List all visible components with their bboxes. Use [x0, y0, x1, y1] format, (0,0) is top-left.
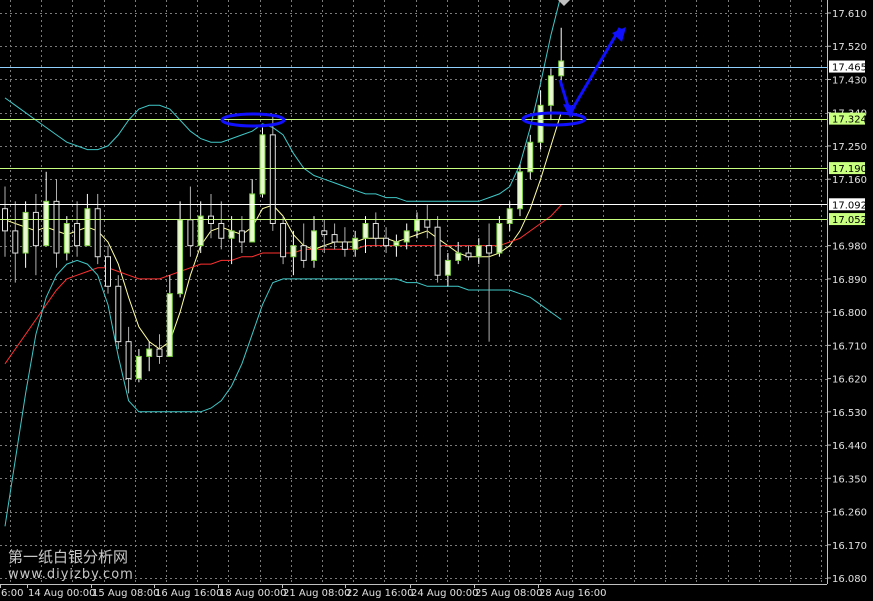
candle-body-up	[558, 60, 565, 77]
candle-body-up	[84, 208, 91, 247]
y-tick-label: 16.170	[832, 541, 867, 552]
candle	[259, 127, 266, 198]
candle-body-up	[444, 259, 451, 276]
candle-body-up	[414, 219, 420, 232]
candle-body-down	[280, 222, 287, 258]
candle-body-down	[300, 245, 307, 261]
x-tick-label: 18 Aug 00:00	[219, 588, 286, 599]
candle-body-up	[146, 348, 153, 357]
y-tick-label: 17.250	[832, 142, 867, 153]
candle-body-up	[403, 230, 410, 243]
candle-body-up	[22, 211, 29, 254]
candle-body-up	[547, 75, 554, 106]
candle-body-down	[94, 208, 101, 258]
candle-body-up	[228, 230, 235, 239]
candle	[115, 275, 122, 350]
price-label-text: 17.190	[832, 164, 867, 175]
candle-body-up	[362, 222, 369, 239]
y-tick-label: 16.710	[832, 341, 867, 352]
price-label-text: 17.324	[832, 115, 867, 126]
candle-body-down	[465, 252, 472, 258]
y-tick-label: 16.620	[832, 375, 867, 386]
y-tick-label: 17.520	[832, 42, 867, 53]
candle-body-down	[74, 222, 81, 247]
candle-body-up	[177, 219, 184, 295]
watermark-url: www.diyizby.com	[8, 567, 134, 582]
candle-body-up	[259, 134, 266, 195]
candle	[517, 164, 523, 217]
candle-body-up	[311, 230, 317, 261]
price-label-text: 17.092	[832, 200, 867, 211]
price-chart[interactable]: 17.61017.52017.43017.34017.25017.16016.9…	[0, 0, 873, 601]
x-tick-label: 6:00	[1, 588, 23, 599]
y-tick-label: 16.350	[832, 474, 867, 485]
candle-body-up	[496, 222, 503, 254]
x-tick-label: 15 Aug 08:00	[92, 588, 159, 599]
x-tick-label: 14 Aug 00:00	[28, 588, 95, 599]
candle-body-down	[125, 341, 132, 380]
candle-body-up	[527, 141, 534, 173]
candle-body-down	[53, 200, 60, 254]
x-tick-label: 16 Aug 16:00	[155, 588, 222, 599]
y-tick-label: 17.610	[832, 9, 867, 20]
candle-body-down	[218, 222, 225, 239]
candle-body-down	[321, 230, 328, 236]
candle-body-up	[352, 237, 359, 250]
candle-body-down	[424, 219, 431, 228]
candle-body-up	[455, 252, 462, 261]
candle-body-up	[135, 355, 142, 380]
candle-body-up	[393, 241, 400, 247]
x-tick-label: 24 Aug 00:00	[411, 588, 478, 599]
x-tick-label: 28 Aug 16:00	[539, 588, 606, 599]
x-tick-label: 21 Aug 08:00	[283, 588, 350, 599]
candle-body-down	[238, 230, 245, 243]
candle-body-up	[166, 293, 173, 357]
watermark: 第一纸白银分析网 www.diyizby.com	[8, 548, 134, 584]
y-tick-label: 17.160	[832, 175, 867, 186]
x-tick-label: 22 Aug 16:00	[346, 588, 413, 599]
candle-body-up	[63, 222, 70, 254]
chart-background	[0, 0, 873, 601]
y-tick-label: 16.890	[832, 275, 867, 286]
y-tick-label: 17.430	[832, 75, 867, 86]
candle-body-down	[331, 234, 338, 243]
y-tick-label: 16.260	[832, 508, 867, 519]
price-label-text: 17.465	[832, 63, 867, 74]
candle-body-up	[290, 245, 297, 258]
candle-body-down	[115, 285, 122, 343]
candle-body-down	[372, 222, 379, 239]
candle-body-down	[187, 219, 194, 247]
candle-body-down	[12, 230, 19, 254]
candle-body-down	[486, 245, 493, 254]
candle	[280, 216, 287, 265]
y-tick-label: 16.530	[832, 408, 867, 419]
candle-body-down	[156, 348, 163, 357]
price-label-text: 17.052	[832, 215, 867, 226]
watermark-title: 第一纸白银分析网	[8, 548, 129, 566]
x-tick-label: 25 Aug 08:00	[475, 588, 542, 599]
candle-body-down	[32, 211, 39, 247]
candle-body-up	[249, 193, 256, 243]
candle-body-down	[341, 241, 348, 250]
y-tick-label: 16.440	[832, 441, 867, 452]
y-tick-label: 16.980	[832, 242, 867, 253]
candle-body-down	[383, 237, 390, 247]
candle-body-up	[517, 171, 523, 210]
candle-body-up	[197, 215, 204, 247]
y-tick-label: 16.800	[832, 308, 867, 319]
candle-body-down	[269, 134, 276, 224]
candle-body-up	[475, 245, 482, 258]
candle-body-up	[43, 200, 50, 247]
candle-body-up	[506, 208, 513, 224]
candle-body-down	[105, 256, 111, 287]
candle-body-down	[434, 226, 441, 276]
y-tick-label: 16.080	[832, 574, 867, 585]
